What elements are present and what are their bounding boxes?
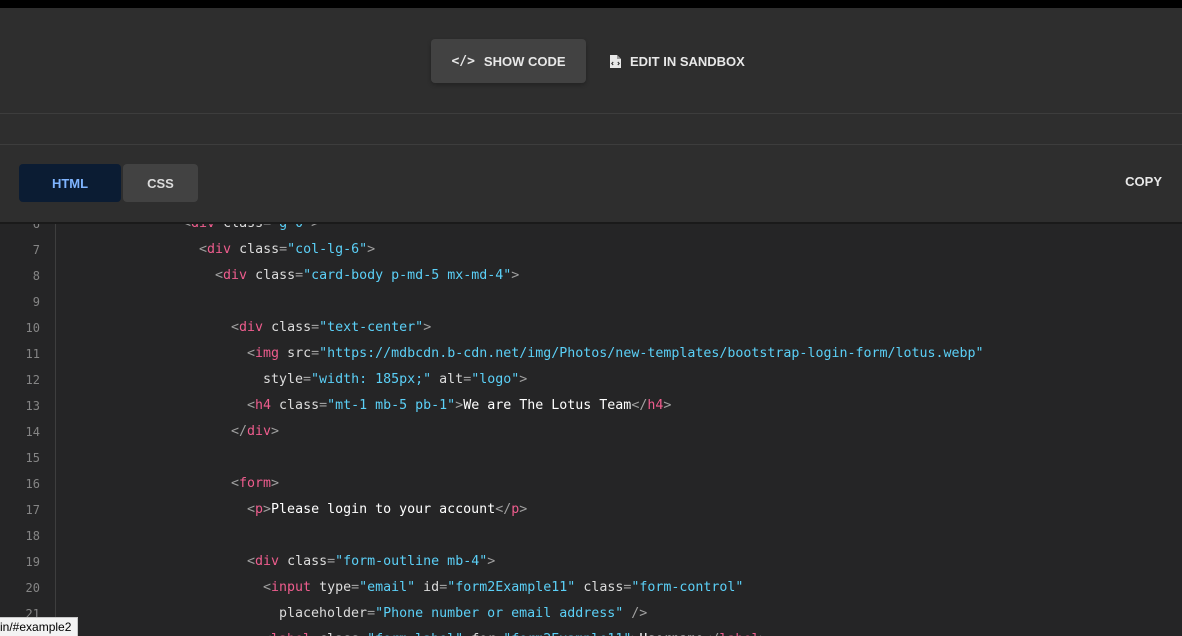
- panel-divider: [0, 114, 1182, 145]
- line-number: 19: [25, 555, 40, 569]
- line-number: 20: [25, 581, 40, 595]
- code-text: <div class="g-0">: [183, 224, 319, 237]
- code-text: <input type="email" id="form2Example11" …: [263, 580, 744, 595]
- line-number: 6: [32, 224, 40, 231]
- code-text: <label class="form-label" for="form2Exam…: [263, 627, 767, 636]
- edit-in-sandbox-label: EDIT IN SANDBOX: [630, 53, 745, 69]
- code-text: <p>Please login to your account</p>: [247, 502, 528, 517]
- code-line: 19 <div class="form-outline mb-4">: [0, 549, 1182, 575]
- code-line: 22<label class="form-label" for="form2Ex…: [0, 627, 1182, 636]
- code-line: 12 style="width: 185px;" alt="logo">: [0, 367, 1182, 393]
- status-bar-url: in/#example2: [0, 617, 79, 636]
- file-code-icon: [610, 54, 621, 68]
- show-code-button[interactable]: </> SHOW CODE: [431, 39, 586, 83]
- code-text: </div>: [231, 424, 280, 439]
- line-number: 17: [25, 503, 40, 517]
- code-text: placeholder="Phone number or email addre…: [279, 606, 648, 621]
- code-line: 6 <div class="g-0">: [0, 224, 1182, 237]
- line-number: 11: [25, 347, 40, 361]
- copy-button[interactable]: COPY: [1119, 173, 1168, 190]
- code-line: 21 placeholder="Phone number or email add…: [0, 601, 1182, 627]
- line-number: 10: [25, 321, 40, 335]
- code-text: <h4 class="mt-1 mb-5 pb-1">We are The Lo…: [247, 398, 672, 413]
- line-number: 18: [25, 529, 40, 543]
- code-line: 8 <div class="card-body p-md-5 mx-md-4">: [0, 263, 1182, 289]
- line-number: 15: [25, 451, 40, 465]
- code-text: <div class="col-lg-6">: [199, 242, 376, 257]
- line-number: 16: [25, 477, 40, 491]
- code-line: 9: [0, 289, 1182, 315]
- example-toolbar: </> SHOW CODE EDIT IN SANDBOX: [0, 8, 1182, 114]
- code-line: 7 <div class="col-lg-6">: [0, 237, 1182, 263]
- code-text: style="width: 185px;" alt="logo">: [263, 372, 528, 387]
- code-line: 15: [0, 445, 1182, 471]
- code-icon: </>: [451, 53, 475, 69]
- code-line: 13 <h4 class="mt-1 mb-5 pb-1">We are The …: [0, 393, 1182, 419]
- code-line: 10 <div class="text-center">: [0, 315, 1182, 341]
- code-line: 20 <input type="email" id="form2Example11…: [0, 575, 1182, 601]
- code-line: 17 <p>Please login to your account</p>: [0, 497, 1182, 523]
- code-text: <img src="https://mdbcdn.b-cdn.net/img/P…: [247, 346, 984, 361]
- line-number: 9: [32, 295, 40, 309]
- line-number: 12: [25, 373, 40, 387]
- line-number: 7: [32, 243, 40, 257]
- code-example-panel: </> SHOW CODE EDIT IN SANDBOX HTML CSS C…: [0, 8, 1182, 636]
- code-line: 16 <form>: [0, 471, 1182, 497]
- tab-html[interactable]: HTML: [19, 164, 121, 202]
- code-line: 14 </div>: [0, 419, 1182, 445]
- tab-css[interactable]: CSS: [123, 164, 198, 202]
- code-text: <div class="card-body p-md-5 mx-md-4">: [215, 268, 520, 283]
- code-text: <div class="text-center">: [231, 320, 432, 335]
- line-number: 8: [32, 269, 40, 283]
- code-text: <div class="form-outline mb-4">: [247, 554, 496, 569]
- line-number: 13: [25, 399, 40, 413]
- line-number: 14: [25, 425, 40, 439]
- edit-in-sandbox-button[interactable]: EDIT IN SANDBOX: [600, 39, 755, 83]
- code-tabs-bar: HTML CSS COPY: [0, 145, 1182, 224]
- code-line: 18: [0, 523, 1182, 549]
- show-code-label: SHOW CODE: [483, 53, 566, 69]
- code-editor[interactable]: 6 <div class="g-0"> 7 <div class="col-lg-6"…: [0, 224, 1182, 636]
- code-text: <form>: [231, 476, 280, 491]
- code-line: 11 <img src="https://mdbcdn.b-cdn.net/img…: [0, 341, 1182, 367]
